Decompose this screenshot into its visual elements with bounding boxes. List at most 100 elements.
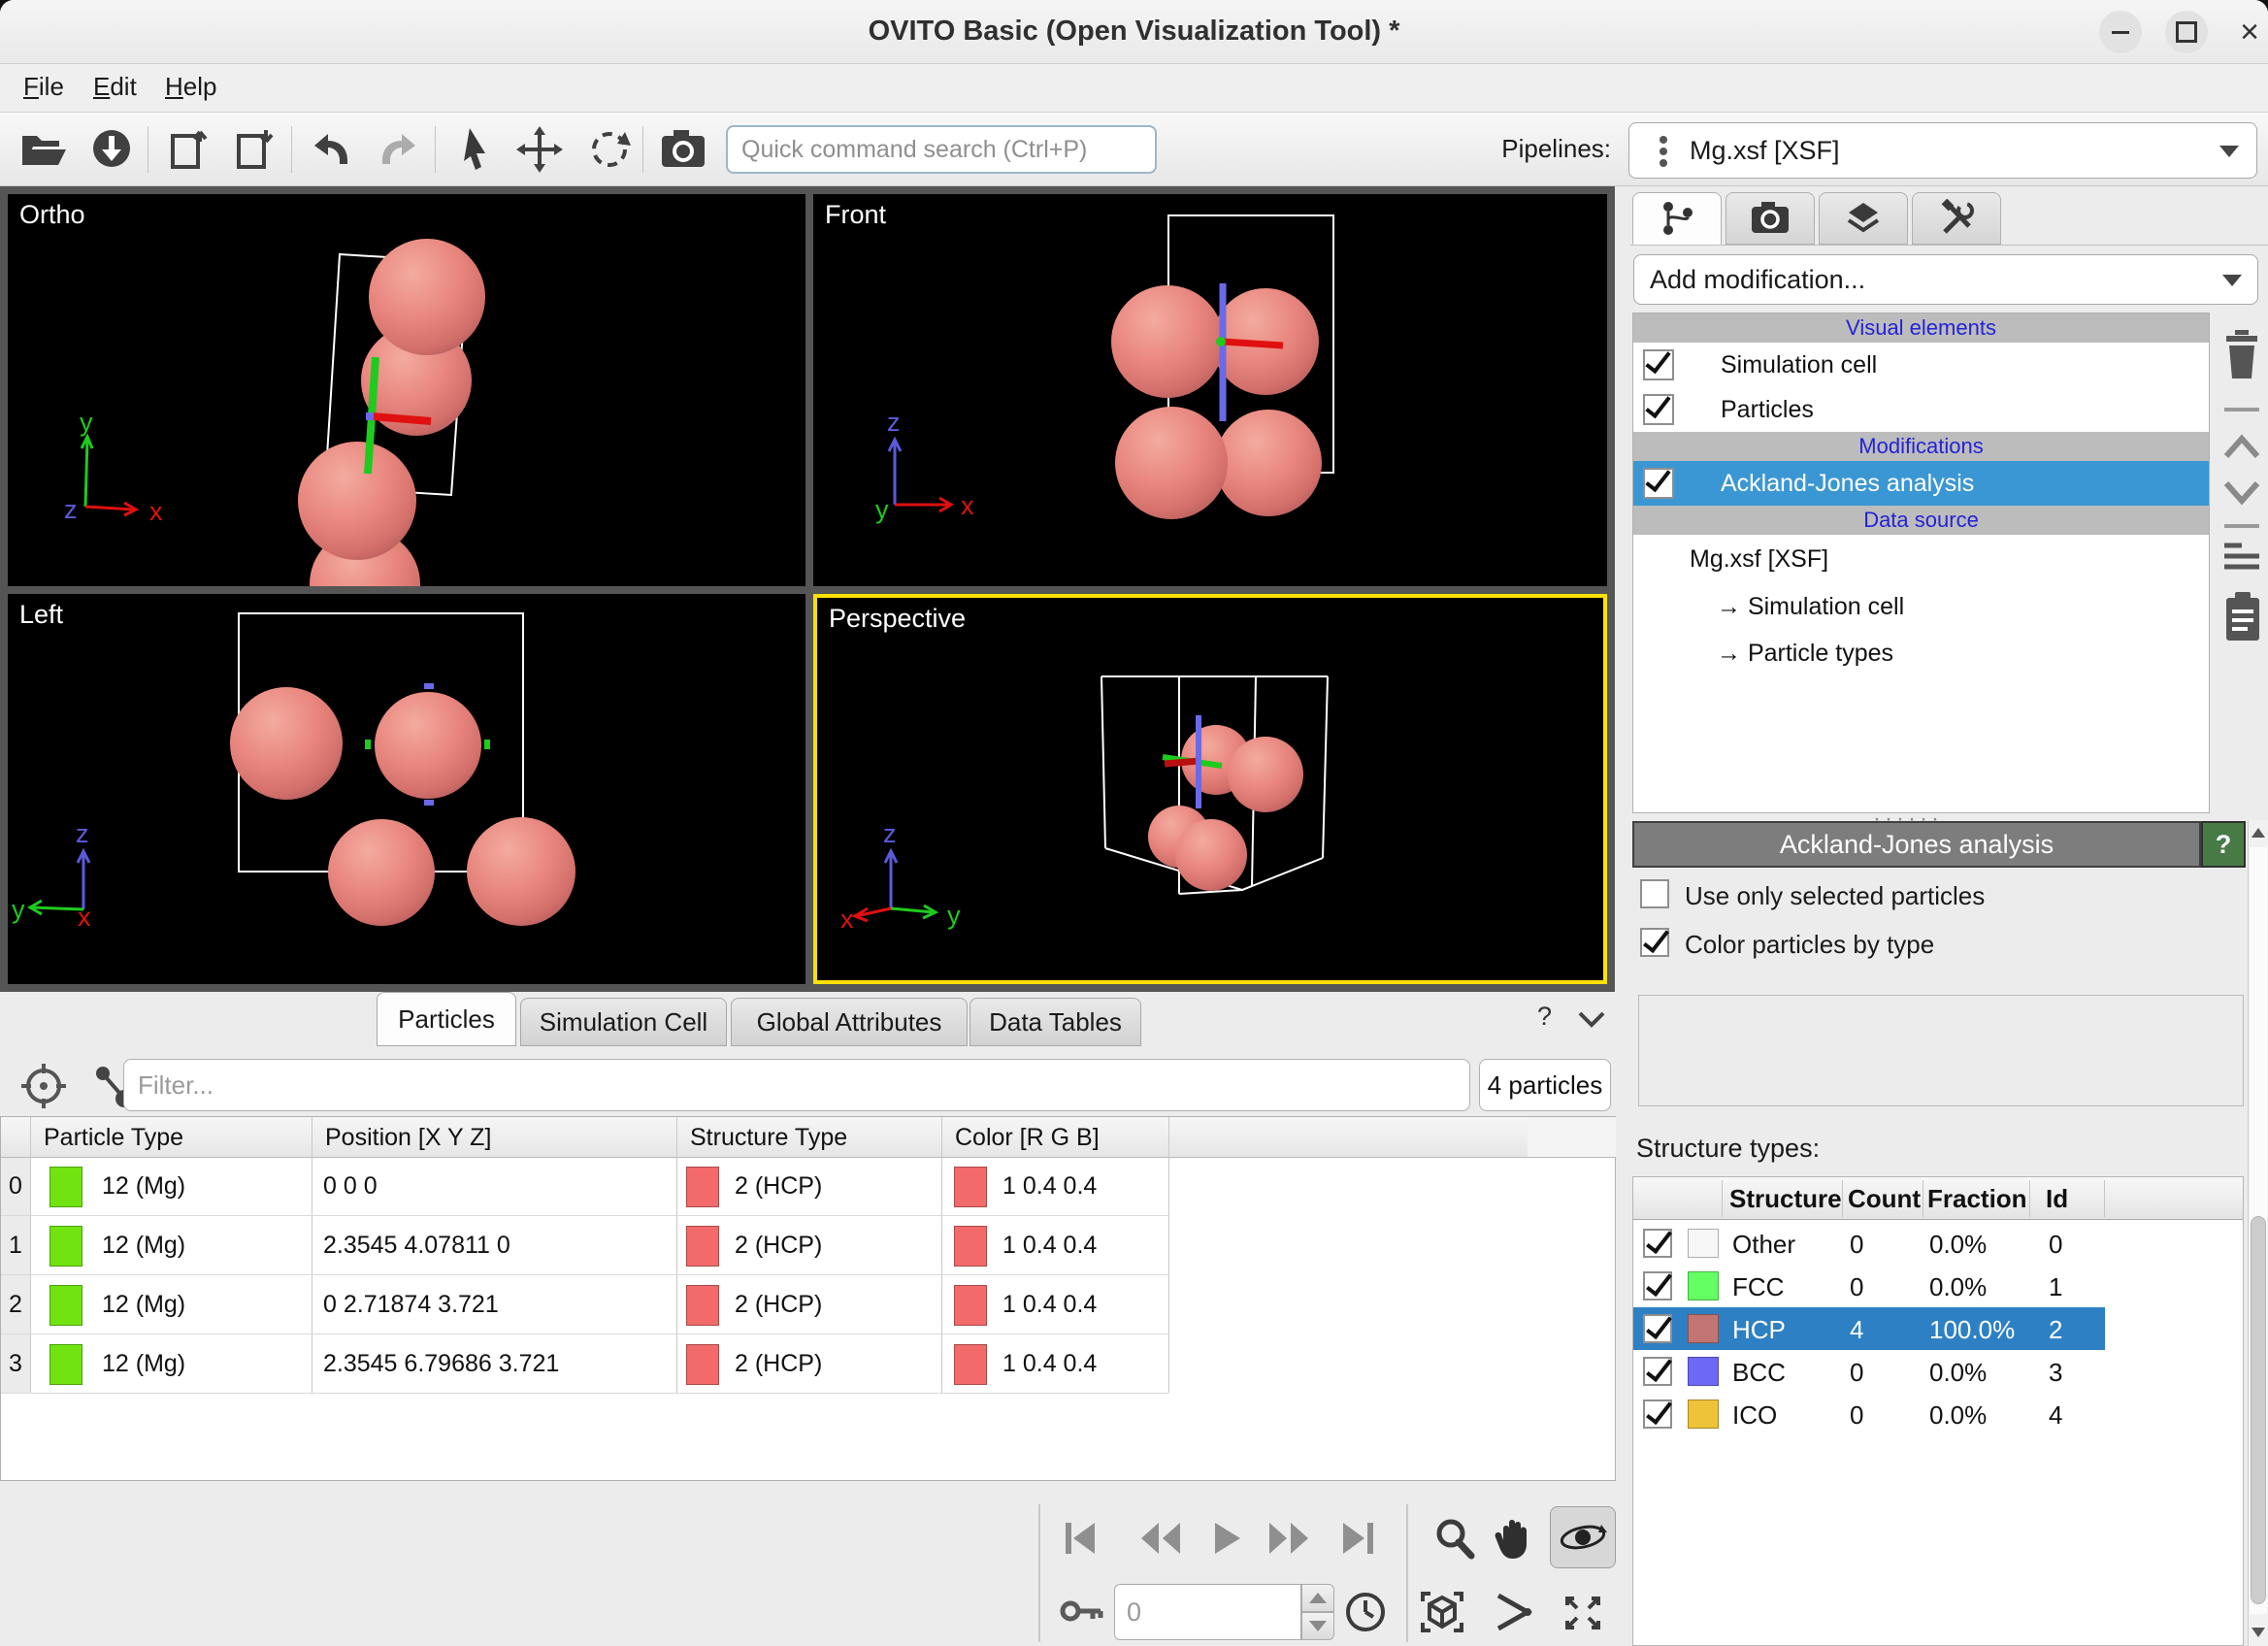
pipeline-item-source-particle-types[interactable]: → Particle types <box>1633 630 2209 676</box>
visibility-checkbox[interactable] <box>1643 349 1674 380</box>
structure-visible-checkbox[interactable] <box>1643 1357 1672 1386</box>
structure-row-bcc[interactable]: BCC 0 0.0% 3 <box>1633 1350 2243 1393</box>
viewport-left[interactable]: z y x Left <box>8 594 805 984</box>
column-header[interactable]: Particle Type <box>44 1124 183 1152</box>
toggle-modifier-list-icon[interactable] <box>2220 540 2263 575</box>
viewport-ortho[interactable]: y x z Ortho <box>8 194 805 586</box>
scrollbar-thumb[interactable] <box>2251 1216 2266 1604</box>
pan-mode-hand-icon[interactable] <box>1492 1515 1536 1564</box>
structure-color-swatch[interactable] <box>1688 1314 1719 1343</box>
save-file-down-icon[interactable] <box>233 126 278 171</box>
save-file-up-icon[interactable] <box>167 126 212 171</box>
move-modifier-up-icon[interactable] <box>2220 433 2263 462</box>
structure-row-ico[interactable]: ICO 0 0.0% 4 <box>1633 1393 2243 1435</box>
zoom-scene-extents-icon[interactable] <box>1419 1590 1465 1634</box>
structure-row-other[interactable]: Other 0 0.0% 0 <box>1633 1222 2243 1265</box>
inspector-help-button[interactable]: ? <box>1537 1002 1552 1032</box>
frame-spin-down[interactable] <box>1301 1612 1334 1640</box>
play-button[interactable] <box>1207 1519 1246 1558</box>
frame-spinbox[interactable]: 0 <box>1114 1584 1301 1640</box>
move-mode-icon[interactable] <box>516 126 563 173</box>
frame-spin-up[interactable] <box>1301 1584 1334 1612</box>
scroll-down-icon[interactable] <box>2252 1628 2265 1637</box>
close-button[interactable]: × <box>2228 11 2268 53</box>
collapse-panel-icon[interactable] <box>1576 1009 1607 1029</box>
viewport-label-ortho[interactable]: Ortho <box>19 200 85 230</box>
maximize-viewport-icon[interactable] <box>1561 1592 1605 1634</box>
structure-color-swatch[interactable] <box>1688 1399 1719 1429</box>
maximize-button[interactable] <box>2165 11 2208 53</box>
structure-color-swatch[interactable] <box>1688 1357 1719 1386</box>
filter-input[interactable] <box>123 1059 1470 1111</box>
use-only-selected-checkbox[interactable] <box>1640 879 1669 908</box>
pipeline-item-simulation-cell[interactable]: Simulation cell <box>1633 343 2209 387</box>
structure-visible-checkbox[interactable] <box>1643 1314 1672 1343</box>
delete-modifier-trash-icon[interactable] <box>2220 328 2263 380</box>
column-header[interactable]: Structure Type <box>690 1124 847 1152</box>
import-remote-file-icon[interactable] <box>89 126 134 171</box>
enabled-checkbox[interactable] <box>1643 468 1674 499</box>
field-of-view-icon[interactable] <box>1493 1592 1535 1632</box>
viewport-label-perspective[interactable]: Perspective <box>829 604 966 634</box>
viewport-front[interactable]: z x y Front <box>813 194 1607 586</box>
tab-utilities[interactable] <box>1912 192 2001 245</box>
color-particles-by-type-checkbox[interactable] <box>1640 928 1669 957</box>
pipeline-item-ackland-jones[interactable]: Ackland-Jones analysis <box>1633 461 2209 506</box>
menu-help[interactable]: Help <box>165 72 216 102</box>
tab-simulation-cell[interactable]: Simulation Cell <box>520 998 727 1046</box>
structure-visible-checkbox[interactable] <box>1643 1271 1672 1300</box>
viewport-label-left[interactable]: Left <box>19 600 63 630</box>
tab-particles[interactable]: Particles <box>377 992 516 1046</box>
pipeline-selector[interactable]: Mg.xsf [XSF] <box>1628 122 2257 179</box>
table-row[interactable]: 3 12 (Mg) 2.3545 6.79686 3.721 2 (HCP) 1… <box>1 1335 1168 1394</box>
structure-visible-checkbox[interactable] <box>1643 1229 1672 1258</box>
crosshair-pick-icon[interactable] <box>19 1062 68 1110</box>
skip-to-start-button[interactable] <box>1058 1519 1104 1558</box>
tab-pipeline[interactable] <box>1632 192 1722 245</box>
quick-command-search-input[interactable] <box>726 125 1157 174</box>
modifier-title-bar[interactable]: Ackland-Jones analysis <box>1632 821 2201 868</box>
menu-edit[interactable]: Edit <box>93 72 137 102</box>
orbit-mode-button-active[interactable] <box>1550 1506 1616 1568</box>
rotate-mode-icon[interactable] <box>586 126 633 173</box>
minimize-button[interactable] <box>2099 11 2142 53</box>
zoom-mode-icon[interactable] <box>1432 1517 1477 1562</box>
structure-visible-checkbox[interactable] <box>1643 1399 1672 1429</box>
next-frame-button[interactable] <box>1265 1519 1312 1558</box>
animation-key-icon[interactable] <box>1060 1592 1104 1630</box>
scroll-up-icon[interactable] <box>2252 828 2265 838</box>
previous-frame-button[interactable] <box>1137 1519 1184 1558</box>
select-mode-icon[interactable] <box>454 124 497 173</box>
render-camera-icon[interactable] <box>660 128 707 169</box>
tab-data-tables[interactable]: Data Tables <box>970 998 1141 1046</box>
visibility-checkbox[interactable] <box>1643 394 1674 425</box>
viewport-perspective[interactable]: z x y Perspective <box>813 594 1607 984</box>
table-row[interactable]: 2 12 (Mg) 0 2.71874 3.721 2 (HCP) 1 0.4 … <box>1 1276 1168 1334</box>
undo-icon[interactable] <box>309 130 355 169</box>
pipeline-item-source-simulation-cell[interactable]: → Simulation cell <box>1633 583 2209 630</box>
modifier-panel-scrollbar[interactable] <box>2248 820 2268 1646</box>
pipeline-item-source-file[interactable]: Mg.xsf [XSF] <box>1633 535 2209 583</box>
move-modifier-down-icon[interactable] <box>2220 477 2263 507</box>
skip-to-end-button[interactable] <box>1335 1519 1382 1558</box>
table-row[interactable]: 1 12 (Mg) 2.3545 4.07811 0 2 (HCP) 1 0.4… <box>1 1217 1168 1275</box>
redo-icon[interactable] <box>375 130 421 169</box>
tab-render[interactable] <box>1726 192 1815 245</box>
pipeline-item-particles[interactable]: Particles <box>1633 387 2209 432</box>
tab-overlays[interactable] <box>1819 192 1908 245</box>
modifier-help-button[interactable]: ? <box>2201 821 2246 868</box>
structure-color-swatch[interactable] <box>1688 1229 1719 1258</box>
open-file-icon[interactable] <box>19 128 70 171</box>
column-header[interactable]: Color [R G B] <box>955 1124 1100 1152</box>
structure-row-hcp[interactable]: HCP 4 100.0% 2 <box>1633 1307 2105 1350</box>
table-row[interactable]: 0 12 (Mg) 0 0 0 2 (HCP) 1 0.4 0.4 <box>1 1158 1168 1216</box>
add-modification-dropdown[interactable]: Add modification... <box>1633 254 2258 305</box>
viewport-label-front[interactable]: Front <box>825 200 886 230</box>
menu-file[interactable]: File <box>23 72 64 102</box>
column-header[interactable]: Position [X Y Z] <box>325 1124 491 1152</box>
animation-settings-clock-icon[interactable] <box>1343 1590 1388 1634</box>
tab-global-attributes[interactable]: Global Attributes <box>731 998 968 1046</box>
structure-color-swatch[interactable] <box>1688 1271 1719 1300</box>
copy-pipeline-clipboard-icon[interactable] <box>2222 590 2263 644</box>
structure-row-fcc[interactable]: FCC 0 0.0% 1 <box>1633 1265 2243 1307</box>
